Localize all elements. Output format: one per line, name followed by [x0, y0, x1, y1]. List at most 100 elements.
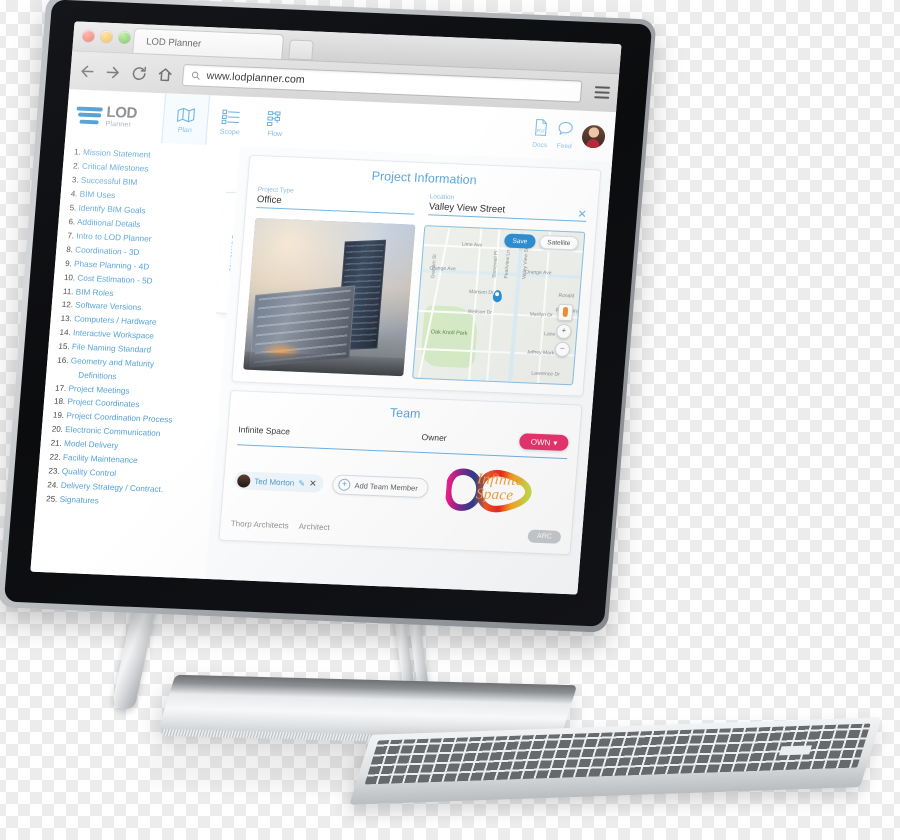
project-media: Oak Knoll Park Lime Ave Orange Ave Orang…: [243, 217, 586, 386]
toc-label: Model Delivery: [63, 439, 119, 451]
reload-icon[interactable]: [130, 64, 148, 82]
team-company-next: Thorp Architects: [230, 519, 290, 531]
toc-num: 1.: [73, 147, 82, 157]
toc-label: Mission Statement: [82, 147, 151, 160]
feed-label: Feed: [556, 142, 572, 150]
save-button[interactable]: Save: [503, 233, 536, 249]
toc-label: Project Coordinates: [67, 397, 140, 410]
zoom-in-button[interactable]: +: [555, 323, 572, 340]
close-icon[interactable]: ✕: [577, 208, 587, 221]
close-window-button[interactable]: [82, 29, 95, 43]
toc-num: 16.: [57, 356, 69, 366]
satellite-button[interactable]: Satellite: [538, 234, 579, 251]
map-street-label: Graham St: [430, 253, 439, 279]
toc-label: Identify BIM Goals: [78, 203, 146, 216]
team-role: Owner: [421, 431, 448, 444]
toc-num: 3.: [71, 175, 79, 185]
team-role-next: Architect: [298, 521, 331, 533]
tab-plan-label: Plan: [177, 126, 193, 134]
toc-label: Electronic Communication: [64, 425, 161, 439]
app-nav-tabs: Plan Scope Flow: [161, 93, 300, 148]
window-controls[interactable]: [82, 29, 131, 44]
toc-num: 10.: [63, 272, 76, 283]
toc-num: 20.: [51, 424, 64, 435]
tab-plan[interactable]: Plan: [161, 93, 211, 145]
app-header-right: PDF Docs Feed: [531, 118, 615, 152]
toc-num: 12.: [61, 300, 74, 310]
flowchart-icon: [266, 108, 287, 130]
list-item[interactable]: Ted Morton ✎ ✕: [233, 471, 325, 493]
monitor-screen-unit: LOD Planner www.lodplanner.com LOD Plann…: [0, 0, 657, 633]
toc-label: Project Coordination Process: [65, 411, 173, 425]
project-map[interactable]: Oak Knoll Park Lime Ave Orange Ave Orang…: [411, 225, 586, 386]
forward-arrow-icon[interactable]: [104, 63, 122, 81]
url-text: www.lodplanner.com: [206, 69, 306, 87]
toc-label: Software Versions: [74, 300, 142, 313]
docs-button[interactable]: PDF Docs: [531, 118, 549, 150]
minimize-window-button[interactable]: [100, 30, 113, 43]
toc-label: BIM Uses: [79, 189, 116, 200]
toc-label: Facility Maintenance: [62, 453, 138, 466]
toc-num: 25.: [45, 494, 58, 504]
tab-flow-label: Flow: [267, 129, 283, 138]
add-team-member-label: Add Team Member: [354, 480, 419, 493]
location-field[interactable]: Location Valley View Street ✕: [428, 193, 588, 222]
toc-label: Interactive Workspace: [72, 328, 155, 342]
project-photo[interactable]: [243, 217, 415, 377]
toc-num: 6.: [68, 216, 76, 227]
app-body: 1. Mission Statement 2. Critical Milesto…: [30, 139, 613, 595]
infinite-space-logo-text: Infinite Space: [475, 471, 523, 504]
street-view-pegman-icon[interactable]: [557, 303, 574, 322]
table-of-contents: 1. Mission Statement 2. Critical Milesto…: [36, 145, 240, 513]
map-street-label: Wellson Dr: [467, 308, 493, 316]
monitor-assembly: LOD Planner www.lodplanner.com LOD Plann…: [0, 0, 900, 840]
member-name: Ted Morton: [253, 476, 295, 488]
tab-flow[interactable]: Flow: [251, 97, 300, 149]
main-content: Project Information Project Type Office …: [205, 146, 613, 595]
map-road: [468, 228, 483, 381]
toc-num: 21.: [50, 438, 63, 449]
zoom-out-button[interactable]: −: [554, 341, 571, 358]
toc-label: Additional Details: [76, 217, 141, 229]
edit-user-icon[interactable]: ✎: [298, 478, 305, 487]
back-arrow-icon[interactable]: [78, 62, 96, 80]
map-street-label: Lime Ave: [461, 241, 483, 249]
location-pin-icon[interactable]: [492, 289, 503, 303]
new-tab-button[interactable]: [288, 39, 314, 61]
project-type-field[interactable]: Project Type Office: [256, 186, 416, 215]
app-logo[interactable]: LOD Planner: [66, 103, 164, 130]
feed-button[interactable]: Feed: [556, 120, 574, 150]
toc-label: Successful BIM: [80, 175, 138, 187]
add-team-member-button[interactable]: + Add Team Member: [331, 474, 429, 499]
toc-num: 5.: [69, 203, 77, 213]
map-street-label: Lawrence Dr: [531, 370, 560, 378]
toc-label: Geometry and Maturity: [70, 356, 155, 370]
toc-label: Critical Milestones: [81, 161, 149, 174]
status-badge-next[interactable]: ARC: [527, 529, 562, 544]
toc-num: 8.: [65, 244, 74, 255]
docs-label: Docs: [531, 141, 548, 150]
tab-scope[interactable]: Scope: [206, 95, 255, 147]
toc-label: Cost Estimation - 5D: [77, 273, 153, 286]
brand-sub: Planner: [105, 120, 132, 129]
map-street-label: Manson Dr: [468, 288, 494, 296]
close-icon[interactable]: ✕: [309, 478, 317, 489]
toc-num: 18.: [53, 397, 66, 407]
maximize-window-button[interactable]: [118, 31, 131, 44]
map-road: [537, 231, 552, 383]
toc-label: Coordination - 3D: [74, 245, 140, 257]
hamburger-menu-icon[interactable]: [594, 86, 611, 99]
status-badge-label: OWN: [530, 437, 551, 447]
avatar[interactable]: [581, 124, 607, 149]
tab-scope-label: Scope: [219, 127, 240, 136]
brand-name: LOD: [105, 103, 138, 122]
map-controls: + −: [554, 303, 574, 358]
keyboard-keys[interactable]: [364, 723, 871, 785]
home-icon[interactable]: [156, 65, 174, 83]
toc-num: 22.: [49, 452, 62, 463]
toc-num: 15.: [58, 342, 70, 352]
status-badge[interactable]: OWN ▾: [519, 433, 570, 452]
sidebar-contents: 1. Mission Statement 2. Critical Milesto…: [30, 139, 253, 579]
map-street-label: Marilyn Dr: [529, 311, 553, 318]
toc-num: 13.: [60, 314, 73, 324]
